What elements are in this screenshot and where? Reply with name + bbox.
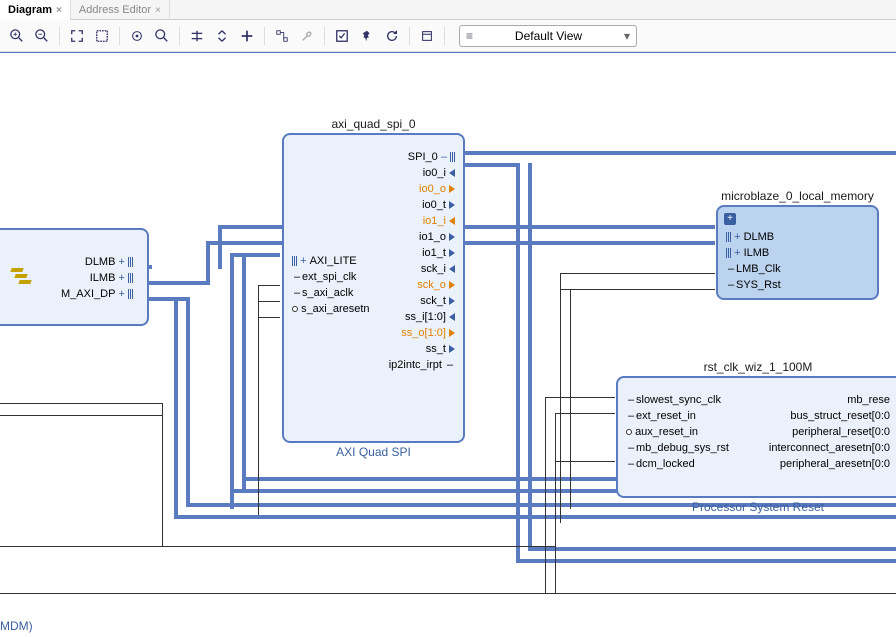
close-icon[interactable]: × bbox=[155, 5, 161, 16]
fit-icon[interactable] bbox=[66, 25, 88, 47]
port-s-axi-aclk[interactable]: –s_axi_aclk bbox=[284, 285, 378, 301]
tab-address-editor[interactable]: Address Editor × bbox=[71, 0, 170, 20]
port-s-axi-aresetn[interactable]: s_axi_aresetn bbox=[284, 301, 378, 317]
chevron-down-icon: ▾ bbox=[624, 29, 630, 43]
port-sys-rst[interactable]: –SYS_Rst bbox=[718, 277, 789, 293]
expand-icon[interactable]: + bbox=[724, 213, 736, 225]
port-ss-t[interactable]: ss_t bbox=[381, 341, 463, 357]
close-icon[interactable]: × bbox=[56, 5, 62, 16]
port-io1-o[interactable]: io1_o bbox=[381, 229, 463, 245]
port-dlmb[interactable]: + DLMB bbox=[718, 229, 789, 245]
view-select[interactable]: ≡ Default View ▾ bbox=[459, 25, 637, 47]
xilinx-logo-icon bbox=[11, 268, 33, 286]
port-sck-t[interactable]: sck_t bbox=[381, 293, 463, 309]
zoom-in-icon[interactable] bbox=[6, 25, 28, 47]
port-io0-o[interactable]: io0_o bbox=[381, 181, 463, 197]
port-slowest-sync-clk[interactable]: –slowest_sync_clk bbox=[618, 392, 737, 408]
validate-icon[interactable] bbox=[331, 25, 353, 47]
port-mb-debug-sys-rst[interactable]: –mb_debug_sys_rst bbox=[618, 440, 737, 456]
block-title: axi_quad_spi_0 bbox=[284, 117, 463, 131]
block-microblaze[interactable]: DLMB + ILMB + M_AXI_DP + bbox=[0, 228, 149, 326]
port-io1-t[interactable]: io1_t bbox=[381, 245, 463, 261]
tab-label: Diagram bbox=[8, 4, 52, 16]
diagram-canvas[interactable]: DLMB + ILMB + M_AXI_DP + axi_quad_spi_0 … bbox=[0, 52, 896, 637]
block-title: microblaze_0_local_memory bbox=[718, 189, 877, 203]
port-ss-i[interactable]: ss_i[1:0] bbox=[381, 309, 463, 325]
port-io1-i[interactable]: io1_i bbox=[381, 213, 463, 229]
port-bus-struct-reset[interactable]: bus_struct_reset[0:0 bbox=[761, 408, 896, 424]
block-local-memory[interactable]: microblaze_0_local_memory + + DLMB + ILM… bbox=[716, 205, 879, 300]
view-select-label: Default View bbox=[515, 29, 582, 43]
tab-diagram[interactable]: Diagram × bbox=[0, 0, 71, 20]
port-ip2intc-irpt[interactable]: ip2intc_irpt – bbox=[381, 357, 463, 373]
toolbar: ≡ Default View ▾ bbox=[0, 20, 896, 52]
settings-icon[interactable] bbox=[416, 25, 438, 47]
expand-icon[interactable] bbox=[91, 25, 113, 47]
port-ext-reset-in[interactable]: –ext_reset_in bbox=[618, 408, 737, 424]
block-caption: AXI Quad SPI bbox=[284, 445, 463, 459]
mdm-caption: MDM) bbox=[0, 619, 33, 633]
port-ilmb[interactable]: ILMB + bbox=[53, 270, 141, 286]
port-ss-o[interactable]: ss_o[1:0] bbox=[381, 325, 463, 341]
zoom-out-icon[interactable] bbox=[31, 25, 53, 47]
tab-label: Address Editor bbox=[79, 4, 151, 16]
port-dlmb[interactable]: DLMB + bbox=[53, 254, 141, 270]
add-icon[interactable] bbox=[236, 25, 258, 47]
menu-icon: ≡ bbox=[466, 29, 473, 43]
port-io0-i[interactable]: io0_i bbox=[381, 165, 463, 181]
port-lmb-clk[interactable]: –LMB_Clk bbox=[718, 261, 789, 277]
port-ext-spi-clk[interactable]: –ext_spi_clk bbox=[284, 269, 378, 285]
block-caption: Processor System Reset bbox=[618, 500, 896, 514]
port-interconnect-aresetn[interactable]: interconnect_aresetn[0:0 bbox=[761, 440, 896, 456]
target-icon[interactable] bbox=[126, 25, 148, 47]
port-axi-lite[interactable]: + AXI_LITE bbox=[284, 253, 378, 269]
block-axi-quad-spi[interactable]: axi_quad_spi_0 AXI Quad SPI + AXI_LITE –… bbox=[282, 133, 465, 443]
tab-bar: Diagram × Address Editor × bbox=[0, 0, 896, 20]
auto-connect-icon[interactable] bbox=[271, 25, 293, 47]
port-mb-reset[interactable]: mb_rese bbox=[761, 392, 896, 408]
block-rst-clk-wiz[interactable]: rst_clk_wiz_1_100M Processor System Rese… bbox=[616, 376, 896, 498]
port-m-axi-dp[interactable]: M_AXI_DP + bbox=[53, 286, 141, 302]
refresh-icon[interactable] bbox=[381, 25, 403, 47]
port-io0-t[interactable]: io0_t bbox=[381, 197, 463, 213]
wrench-icon[interactable] bbox=[296, 25, 318, 47]
port-aux-reset-in[interactable]: aux_reset_in bbox=[618, 424, 737, 440]
port-sck-i[interactable]: sck_i bbox=[381, 261, 463, 277]
align-v-icon[interactable] bbox=[211, 25, 233, 47]
port-spi-0[interactable]: SPI_0 – bbox=[381, 149, 463, 165]
port-dcm-locked[interactable]: –dcm_locked bbox=[618, 456, 737, 472]
port-peripheral-aresetn[interactable]: peripheral_aresetn[0:0 bbox=[761, 456, 896, 472]
port-ilmb[interactable]: + ILMB bbox=[718, 245, 789, 261]
port-sck-o[interactable]: sck_o bbox=[381, 277, 463, 293]
block-title: rst_clk_wiz_1_100M bbox=[618, 360, 896, 374]
align-h-icon[interactable] bbox=[186, 25, 208, 47]
search-icon[interactable] bbox=[151, 25, 173, 47]
pin-icon[interactable] bbox=[356, 25, 378, 47]
port-peripheral-reset[interactable]: peripheral_reset[0:0 bbox=[761, 424, 896, 440]
